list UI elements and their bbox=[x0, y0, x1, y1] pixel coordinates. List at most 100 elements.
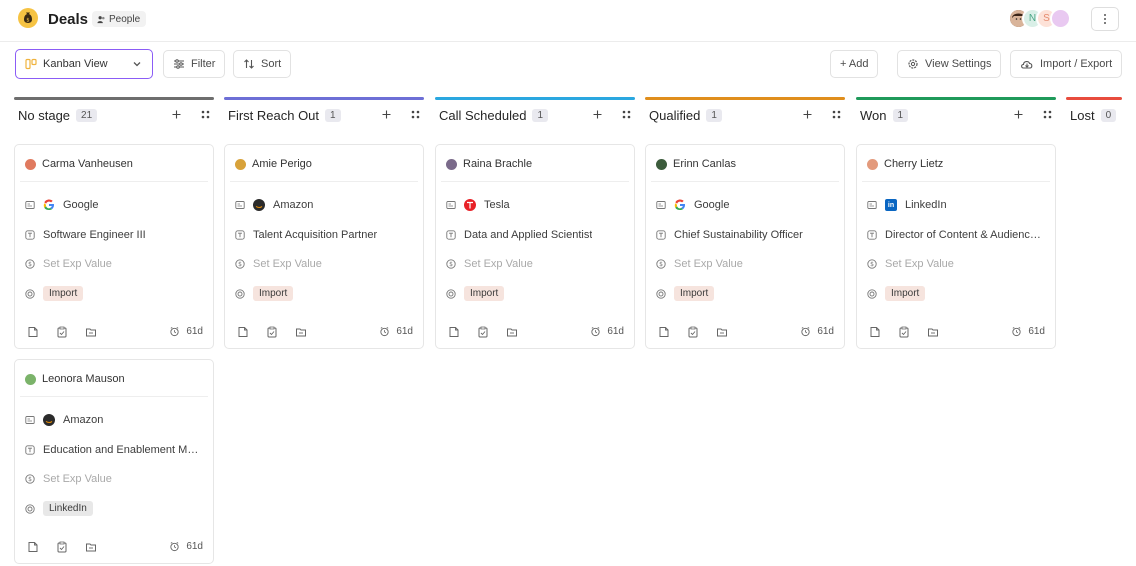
company-field[interactable]: Google bbox=[656, 199, 729, 211]
files-icon[interactable] bbox=[927, 326, 939, 338]
job-title-field[interactable]: Software Engineer III bbox=[25, 229, 146, 241]
source-icon bbox=[656, 288, 666, 299]
sort-button[interactable]: Sort bbox=[233, 50, 292, 78]
column-options-icon[interactable] bbox=[200, 109, 211, 120]
add-card-icon[interactable] bbox=[1013, 109, 1024, 120]
column-header[interactable]: Lost 0 bbox=[1070, 108, 1117, 123]
job-title: Data and Applied Scientist bbox=[464, 229, 593, 241]
deal-card[interactable]: Leonora Mauson Amazon Education and Enable… bbox=[14, 359, 214, 564]
files-icon[interactable] bbox=[85, 326, 97, 338]
deal-card[interactable]: Amie Perigo Amazon Talent Acquisition Part… bbox=[224, 144, 424, 349]
add-button[interactable]: + Add bbox=[830, 50, 879, 78]
tasks-icon[interactable] bbox=[477, 326, 489, 338]
files-icon[interactable] bbox=[506, 326, 518, 338]
exp-value-field[interactable]: $ Set Exp Value bbox=[25, 473, 112, 485]
tasks-icon[interactable] bbox=[56, 541, 68, 553]
tasks-icon[interactable] bbox=[687, 326, 699, 338]
files-icon[interactable] bbox=[716, 326, 728, 338]
source-field[interactable]: LinkedIn bbox=[25, 501, 93, 516]
job-title-field[interactable]: Director of Content & Audience Developme… bbox=[867, 229, 1045, 241]
view-settings-button[interactable]: View Settings bbox=[897, 50, 1002, 78]
filter-button[interactable]: Filter bbox=[163, 50, 226, 78]
card-person[interactable]: Raina Brachle bbox=[446, 158, 532, 170]
job-title-field[interactable]: Talent Acquisition Partner bbox=[235, 229, 377, 241]
tasks-icon[interactable] bbox=[266, 326, 278, 338]
job-title-field[interactable]: Chief Sustainability Officer bbox=[656, 229, 803, 241]
sort-arrows-icon bbox=[244, 59, 254, 69]
kanban-icon bbox=[25, 58, 37, 70]
company-field[interactable]: Amazon bbox=[25, 414, 103, 426]
add-card-icon[interactable] bbox=[802, 109, 813, 120]
deal-card[interactable]: Erinn Canlas Google Chief Sustainability O… bbox=[645, 144, 845, 349]
files-icon[interactable] bbox=[85, 541, 97, 553]
source-field[interactable]: Import bbox=[235, 286, 294, 301]
exp-value-field[interactable]: $ Set Exp Value bbox=[656, 258, 743, 270]
exp-value-field[interactable]: $ Set Exp Value bbox=[25, 258, 112, 270]
card-person[interactable]: Leonora Mauson bbox=[25, 373, 125, 385]
more-menu-button[interactable] bbox=[1091, 7, 1119, 31]
card-age: 61d bbox=[379, 326, 413, 337]
notes-icon[interactable] bbox=[869, 326, 881, 338]
add-card-icon[interactable] bbox=[381, 109, 392, 120]
exp-value-field[interactable]: $ Set Exp Value bbox=[235, 258, 322, 270]
notes-icon[interactable] bbox=[27, 541, 39, 553]
source-field[interactable]: Import bbox=[446, 286, 505, 301]
card-person[interactable]: Cherry Lietz bbox=[867, 158, 943, 170]
column-options-icon[interactable] bbox=[1042, 109, 1053, 120]
import-export-button[interactable]: Import / Export bbox=[1010, 50, 1123, 78]
tasks-icon[interactable] bbox=[898, 326, 910, 338]
notes-icon[interactable] bbox=[658, 326, 670, 338]
column-count-badge: 0 bbox=[1100, 109, 1117, 122]
view-selector[interactable]: Kanban View bbox=[15, 49, 153, 79]
person-name: Leonora Mauson bbox=[42, 373, 125, 385]
tasks-icon[interactable] bbox=[56, 326, 68, 338]
source-field[interactable]: Import bbox=[867, 286, 926, 301]
company-field[interactable]: in LinkedIn bbox=[867, 199, 947, 211]
deal-card[interactable]: Raina Brachle Tesla Data and Applied Scien… bbox=[435, 144, 635, 349]
source-field[interactable]: Import bbox=[656, 286, 715, 301]
add-card-icon[interactable] bbox=[592, 109, 603, 120]
deal-card[interactable]: Carma Vanheusen Google Software Engineer I… bbox=[14, 144, 214, 349]
column-options-icon[interactable] bbox=[621, 109, 632, 120]
source-icon bbox=[25, 288, 35, 299]
notes-icon[interactable] bbox=[448, 326, 460, 338]
card-age-value: 61d bbox=[1028, 326, 1045, 337]
company-icon bbox=[25, 201, 35, 209]
card-age: 61d bbox=[590, 326, 624, 337]
card-age: 61d bbox=[169, 326, 203, 337]
company-name: Amazon bbox=[273, 199, 314, 211]
notes-icon[interactable] bbox=[237, 326, 249, 338]
files-icon[interactable] bbox=[295, 326, 307, 338]
column-options-icon[interactable] bbox=[831, 109, 842, 120]
view-selector-label: Kanban View bbox=[43, 58, 108, 70]
deal-card[interactable]: Cherry Lietz in LinkedIn Director of Conten… bbox=[856, 144, 1056, 349]
job-title-field[interactable]: Data and Applied Scientist bbox=[446, 229, 592, 241]
company-icon bbox=[867, 201, 877, 209]
person-name: Raina Brachle bbox=[463, 158, 533, 170]
company-field[interactable]: Tesla bbox=[446, 199, 510, 211]
notes-icon[interactable] bbox=[27, 326, 39, 338]
card-person[interactable]: Erinn Canlas bbox=[656, 158, 736, 170]
company-field[interactable]: Amazon bbox=[235, 199, 313, 211]
currency-icon: $ bbox=[25, 259, 35, 269]
card-footer: 61d bbox=[869, 326, 1045, 340]
alarm-clock-icon bbox=[170, 327, 179, 337]
source-tag: Import bbox=[885, 286, 926, 301]
card-person[interactable]: Carma Vanheusen bbox=[25, 158, 133, 170]
exp-value-field[interactable]: $ Set Exp Value bbox=[446, 258, 533, 270]
column-header[interactable]: Qualified 1 bbox=[649, 108, 722, 123]
column-header[interactable]: Won 1 bbox=[860, 108, 909, 123]
source-field[interactable]: Import bbox=[25, 286, 84, 301]
job-title-field[interactable]: Education and Enablement Manager bbox=[25, 444, 203, 456]
column-header[interactable]: First Reach Out 1 bbox=[228, 108, 341, 123]
add-card-icon[interactable] bbox=[171, 109, 182, 120]
card-person[interactable]: Amie Perigo bbox=[235, 158, 312, 170]
company-field[interactable]: Google bbox=[25, 199, 98, 211]
column-header[interactable]: No stage 21 bbox=[18, 108, 98, 123]
exp-value-field[interactable]: $ Set Exp Value bbox=[867, 258, 954, 270]
column-options-icon[interactable] bbox=[410, 109, 421, 120]
column-header[interactable]: Call Scheduled 1 bbox=[439, 108, 549, 123]
exp-value-placeholder: Set Exp Value bbox=[43, 473, 112, 485]
object-badge[interactable]: People bbox=[92, 11, 147, 27]
avatar[interactable] bbox=[1050, 8, 1071, 29]
